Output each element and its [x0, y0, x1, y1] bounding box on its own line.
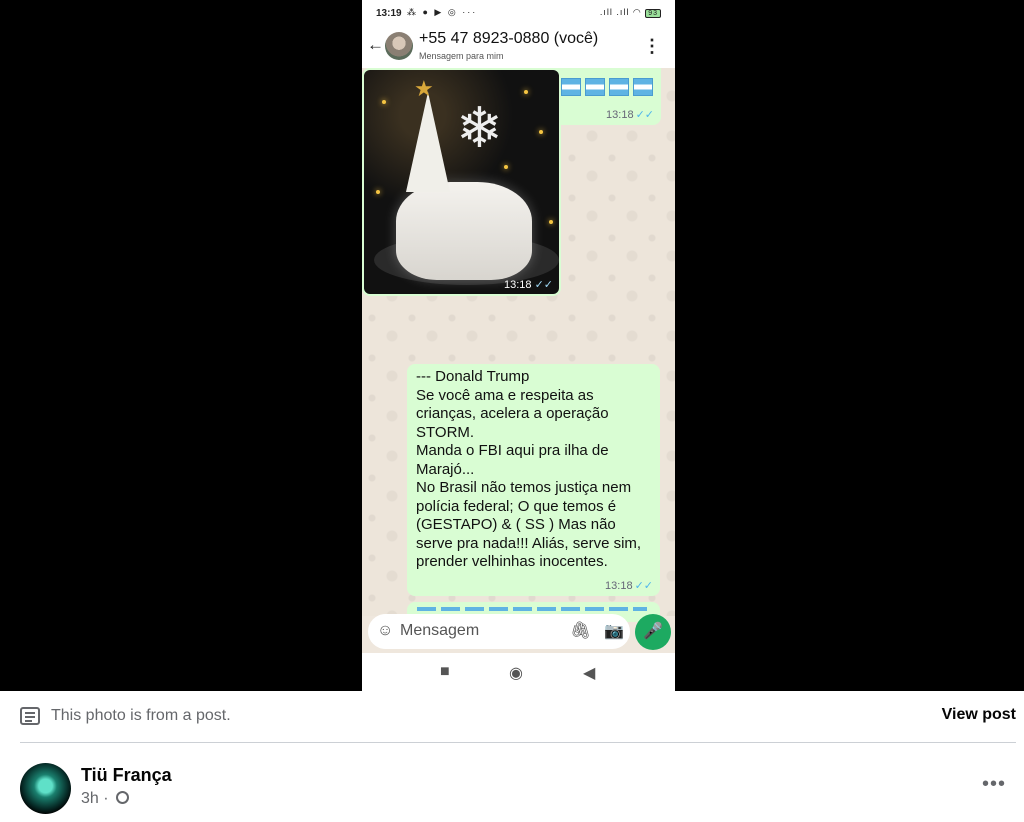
status-notification-icons: ⁂ ● ▶ ◎ ··· — [407, 7, 478, 17]
cake-photo[interactable]: ★ ❄ 13:18 ✓✓ — [364, 70, 559, 294]
message-time: 13:18 — [606, 109, 634, 121]
message-time: 13:18 — [605, 580, 633, 592]
emoji-icon[interactable]: ☺ — [377, 622, 393, 640]
caption-text: This photo is from a post. — [51, 707, 231, 724]
bokeh-light — [524, 90, 528, 94]
post-author: Tiü França 3h · ••• — [0, 743, 1024, 822]
read-ticks-icon: ✓✓ — [634, 580, 653, 592]
mic-button[interactable]: 🎤 — [635, 614, 671, 650]
message-composer[interactable]: ☺ Mensagem 🖇 📷 — [368, 614, 630, 649]
message-time: 13:18 — [503, 279, 532, 291]
bokeh-light — [382, 100, 386, 104]
contact-subtitle: Mensagem para mim — [419, 51, 504, 61]
menu-icon[interactable]: ⋮ — [643, 36, 661, 57]
photo-meta: 13:18 ✓✓ — [504, 278, 553, 291]
message-bubble-image[interactable]: ★ ❄ 13:18 ✓✓ — [362, 68, 561, 296]
message-text: --- Donald Trump Se você ama e respeita … — [416, 368, 642, 570]
status-time: 13:19 — [376, 8, 402, 19]
flag-emoji — [585, 78, 605, 96]
reindeer-topper: ❄ — [456, 96, 503, 159]
flag-emoji — [609, 78, 629, 96]
signal-icon: .ıll .ıll ◠ — [599, 7, 642, 17]
chat-wallpaper: 13:18✓✓ ↠ ★ ❄ 13:1 — [362, 68, 675, 622]
bokeh-light — [539, 130, 543, 134]
flag-emoji-row — [417, 607, 647, 611]
android-nav-bar: ■ ◉ ◀ — [362, 653, 675, 691]
cake-tree-topper — [406, 92, 450, 192]
bokeh-light — [549, 220, 553, 224]
flag-emoji — [561, 78, 581, 96]
back-arrow-icon[interactable]: ← — [367, 35, 384, 55]
attach-icon[interactable]: 🖇 — [570, 621, 592, 641]
message-bubble-text[interactable]: --- Donald Trump Se você ama e respeita … — [407, 364, 660, 596]
status-system-icons: .ıll .ıll ◠ 93 — [600, 7, 661, 18]
message-meta: 13:18 ✓✓ — [606, 108, 654, 121]
view-post-link[interactable]: View post — [942, 706, 1016, 724]
message-meta: 13:18 ✓✓ — [605, 579, 653, 592]
read-ticks-icon: ✓✓ — [534, 279, 553, 291]
author-avatar[interactable] — [20, 763, 71, 814]
post-time-text: 3h · — [81, 790, 109, 807]
contact-avatar[interactable] — [385, 32, 413, 60]
photo-caption-bar: This photo is from a post. View post — [0, 691, 1024, 743]
contact-name[interactable]: +55 47 8923-0880 (você) — [419, 30, 598, 48]
message-input[interactable]: Mensagem — [400, 622, 479, 640]
camera-icon[interactable]: 📷 — [604, 621, 624, 641]
recent-apps-icon[interactable]: ■ — [440, 663, 450, 681]
bokeh-light — [504, 165, 508, 169]
chat-header: ← +55 47 8923-0880 (você) Mensagem para … — [362, 26, 675, 68]
battery-icon: 93 — [645, 9, 661, 18]
flag-emoji — [633, 78, 653, 96]
photo-viewer: 13:19 ⁂ ● ▶ ◎ ··· .ıll .ıll ◠ 93 ← +55 4… — [0, 0, 1024, 691]
status-bar: 13:19 ⁂ ● ▶ ◎ ··· .ıll .ıll ◠ 93 — [362, 0, 675, 26]
star-icon: ★ — [414, 76, 434, 101]
post-time[interactable]: 3h · — [81, 790, 130, 808]
cake — [396, 182, 532, 280]
read-ticks-icon: ✓✓ — [635, 109, 654, 121]
home-icon[interactable]: ◉ — [509, 663, 523, 683]
author-name[interactable]: Tiü França — [81, 765, 172, 786]
more-options-icon[interactable]: ••• — [982, 773, 1006, 796]
post-icon — [20, 707, 40, 725]
globe-icon — [116, 791, 130, 804]
bokeh-light — [376, 190, 380, 194]
screenshot-phone: 13:19 ⁂ ● ▶ ◎ ··· .ıll .ıll ◠ 93 ← +55 4… — [362, 0, 675, 691]
nav-back-icon[interactable]: ◀ — [583, 663, 595, 683]
